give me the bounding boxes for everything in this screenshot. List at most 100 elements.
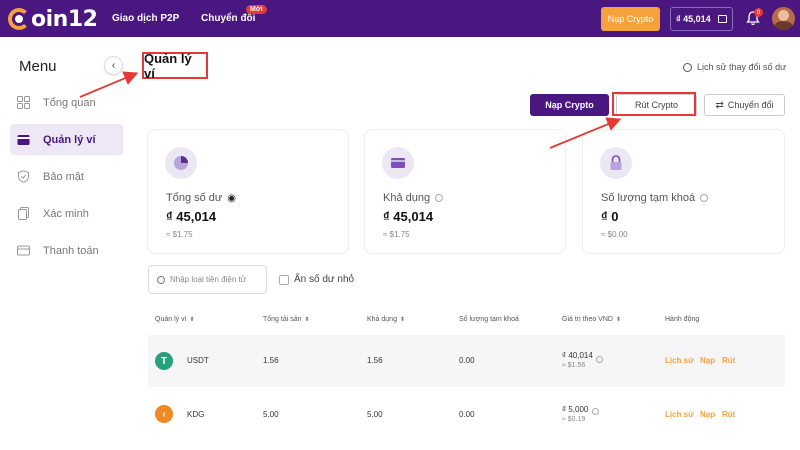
balance-history-link[interactable]: Lịch sử thay đổi số dư bbox=[683, 62, 786, 72]
pie-chart-icon bbox=[165, 147, 197, 179]
locked-amount: ₫ 0 bbox=[601, 209, 619, 224]
logo-mark-icon bbox=[8, 8, 30, 30]
top-navbar: oin12 Giao dịch P2P Chuyển đổi Mới Nạp C… bbox=[0, 0, 800, 37]
info-icon bbox=[435, 194, 444, 202]
coin-search-input[interactable] bbox=[170, 275, 265, 284]
available-value: 1.56 bbox=[367, 356, 383, 365]
vnd-value-cell: ₫ 5,000 ≈ $0.19 bbox=[562, 405, 588, 423]
lock-icon bbox=[600, 147, 632, 179]
nav-convert-link[interactable]: Chuyển đổi bbox=[201, 13, 255, 24]
total-value: 5.00 bbox=[263, 410, 279, 419]
wallet-icon bbox=[17, 135, 30, 145]
usd-value: ≈ $0.19 bbox=[562, 416, 586, 423]
grid-icon bbox=[17, 96, 30, 109]
available-usd: ≈ $1.75 bbox=[383, 230, 410, 239]
usdt-icon: T bbox=[155, 352, 173, 370]
wallet-icon bbox=[718, 15, 727, 23]
withdraw-highlight-box bbox=[612, 92, 696, 116]
header-balance-value: ₫ 45,014 bbox=[676, 14, 711, 24]
wallet-table-header: Quản lý ví ⬍ Tổng tài sản ⬍ Khả dụng ⬍ Số l… bbox=[148, 305, 785, 335]
hide-small-checkbox[interactable] bbox=[279, 274, 289, 285]
sort-icon: ⬍ bbox=[304, 317, 310, 323]
sidebar-item-wallet[interactable]: Quản lý ví bbox=[10, 124, 123, 155]
table-row: ‹ KDG 5.00 5.00 0.00 ₫ 5,000 ≈ $0.19 Lịc… bbox=[148, 387, 785, 439]
coin-search-box[interactable] bbox=[148, 265, 267, 294]
history-icon bbox=[683, 62, 692, 72]
locked-usd: ≈ $0.00 bbox=[601, 230, 628, 239]
wallet-card-icon bbox=[382, 147, 414, 179]
history-action-link[interactable]: Lịch sử bbox=[665, 356, 694, 365]
total-value: 1.56 bbox=[263, 356, 279, 365]
total-balance-label-row: Tổng số dư ◉ bbox=[166, 192, 236, 204]
transfer-icon: ⇄ bbox=[715, 99, 724, 111]
card-icon bbox=[17, 245, 30, 256]
col-header-vnd[interactable]: Giá trị theo VND ⬍ bbox=[562, 316, 621, 323]
sidebar-item-label: Xác minh bbox=[43, 207, 89, 220]
info-icon bbox=[596, 356, 603, 363]
sidebar-item-overview[interactable]: Tổng quan bbox=[10, 87, 123, 118]
hide-small-label: Ẩn số dư nhỏ bbox=[294, 274, 355, 285]
sidebar-item-security[interactable]: Bảo mật bbox=[10, 161, 123, 192]
document-icon bbox=[18, 207, 29, 220]
vnd-value-cell: ₫ 40,014 ≈ $1.56 bbox=[562, 351, 593, 369]
locked-label-row: Số lượng tạm khoá bbox=[601, 192, 709, 204]
vnd-value: ₫ 40,014 bbox=[562, 351, 593, 360]
kdg-icon: ‹ bbox=[155, 405, 173, 423]
sidebar-item-payment[interactable]: Thanh toán bbox=[10, 235, 123, 266]
total-balance-label: Tổng số dư bbox=[166, 192, 223, 204]
col-header-locked: Số lượng tạm khoá bbox=[459, 316, 519, 323]
coin-name: USDT bbox=[187, 356, 209, 365]
available-label: Khả dụng bbox=[383, 192, 431, 204]
header-balance-chip[interactable]: ₫ 45,014 bbox=[670, 7, 733, 31]
search-icon bbox=[157, 275, 165, 284]
notification-badge: 8 bbox=[754, 8, 763, 17]
page-title-highlight: Quản lý ví bbox=[142, 50, 208, 81]
sort-icon: ⬍ bbox=[189, 317, 195, 323]
header-deposit-button[interactable]: Nạp Crypto bbox=[601, 7, 660, 31]
col-header-actions: Hành động bbox=[665, 316, 700, 323]
new-badge: Mới bbox=[246, 5, 267, 14]
info-icon bbox=[592, 408, 599, 415]
shield-icon bbox=[18, 170, 29, 183]
sidebar-title: Menu bbox=[19, 58, 57, 75]
chevron-left-icon: ‹ bbox=[111, 60, 116, 71]
total-balance-amount: ₫ 45,014 bbox=[166, 209, 217, 224]
eye-icon[interactable]: ◉ bbox=[227, 193, 236, 204]
sidebar-item-label: Quản lý ví bbox=[43, 133, 96, 146]
available-amount: ₫ 45,014 bbox=[383, 209, 434, 224]
balance-history-label: Lịch sử thay đổi số dư bbox=[697, 62, 787, 72]
vnd-value: ₫ 5,000 bbox=[562, 405, 589, 414]
locked-value: 0.00 bbox=[459, 410, 475, 419]
table-row: T USDT 1.56 1.56 0.00 ₫ 40,014 ≈ $1.56 L… bbox=[148, 335, 785, 387]
user-avatar[interactable] bbox=[772, 7, 795, 30]
usd-value: ≈ $1.56 bbox=[562, 362, 586, 369]
withdraw-action-link[interactable]: Rút bbox=[722, 356, 735, 365]
total-balance-card: Tổng số dư ◉ ₫ 45,014 ≈ $1.75 bbox=[147, 129, 349, 254]
locked-label: Số lượng tạm khoá bbox=[601, 192, 696, 204]
sort-icon: ⬍ bbox=[615, 317, 621, 323]
deposit-action-link[interactable]: Nạp bbox=[700, 410, 715, 419]
withdraw-action-link[interactable]: Rút bbox=[722, 410, 735, 419]
info-icon bbox=[700, 194, 709, 202]
history-action-link[interactable]: Lịch sử bbox=[665, 410, 694, 419]
available-value: 5.00 bbox=[367, 410, 383, 419]
sidebar-collapse-button[interactable]: ‹ bbox=[104, 56, 123, 75]
coin-name: KDG bbox=[187, 410, 205, 419]
sidebar-item-verification[interactable]: Xác minh bbox=[10, 198, 123, 229]
deposit-action-link[interactable]: Nạp bbox=[700, 356, 715, 365]
transfer-button[interactable]: ⇄ Chuyển đổi bbox=[704, 94, 785, 116]
sidebar-item-label: Thanh toán bbox=[43, 244, 99, 257]
col-header-wallet[interactable]: Quản lý ví ⬍ bbox=[155, 316, 195, 323]
col-header-available[interactable]: Khả dụng ⬍ bbox=[367, 316, 405, 323]
nav-p2p-link[interactable]: Giao dịch P2P bbox=[112, 13, 179, 24]
hide-small-balance-toggle[interactable]: Ẩn số dư nhỏ bbox=[279, 274, 354, 285]
page-title: Quản lý ví bbox=[144, 50, 192, 81]
sort-icon: ⬍ bbox=[399, 317, 406, 323]
sidebar-item-label: Tổng quan bbox=[43, 96, 96, 109]
locked-balance-card: Số lượng tạm khoá ₫ 0 ≈ $0.00 bbox=[582, 129, 785, 254]
total-balance-usd: ≈ $1.75 bbox=[166, 230, 193, 239]
coin12-logo[interactable]: oin12 bbox=[8, 6, 98, 32]
deposit-crypto-button[interactable]: Nạp Crypto bbox=[530, 94, 609, 116]
col-header-total[interactable]: Tổng tài sản ⬍ bbox=[263, 316, 310, 323]
sidebar-item-label: Bảo mật bbox=[43, 170, 84, 183]
